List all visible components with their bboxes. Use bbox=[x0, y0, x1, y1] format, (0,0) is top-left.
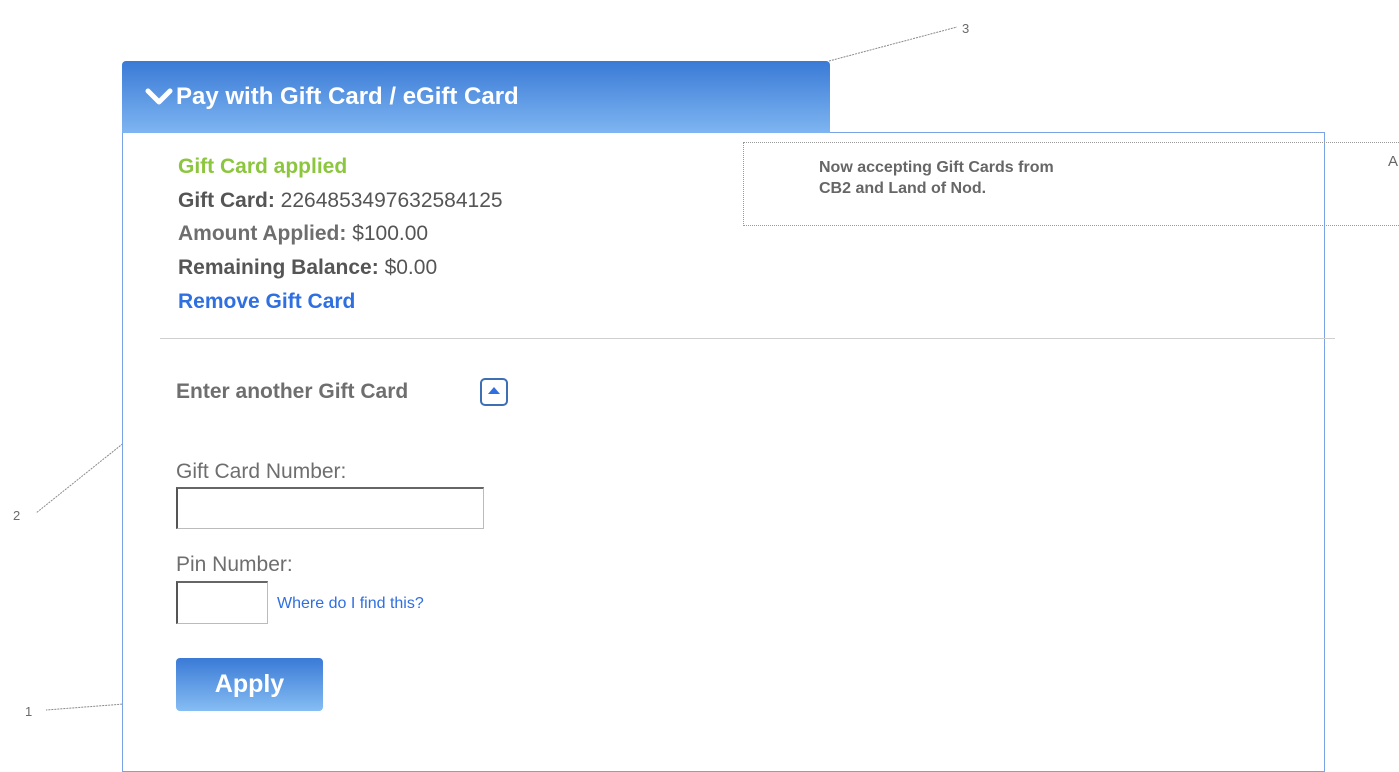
remaining-balance: Remaining Balance: $0.00 bbox=[178, 256, 437, 280]
promo-line-2: CB2 and Land of Nod. bbox=[819, 180, 987, 197]
promo-marker: A bbox=[1388, 153, 1399, 170]
gift-card-panel-header[interactable]: Pay with Gift Card / eGift Card bbox=[122, 61, 830, 133]
chevron-down-icon bbox=[144, 82, 174, 112]
promo-message: Now accepting Gift Cards from CB2 and La… bbox=[819, 157, 1179, 199]
card-number-label: Gift Card: bbox=[178, 189, 275, 212]
remove-gift-card-link[interactable]: Remove Gift Card bbox=[178, 290, 355, 314]
amount-applied: Amount Applied: $100.00 bbox=[178, 222, 428, 246]
section-divider bbox=[160, 338, 1335, 339]
enter-another-gift-card-title: Enter another Gift Card bbox=[176, 380, 409, 403]
gift-card-applied-status: Gift Card applied bbox=[178, 155, 348, 178]
remaining-balance-value: $0.00 bbox=[384, 256, 438, 279]
gift-card-number-label: Gift Card Number: bbox=[176, 460, 347, 483]
pin-number-label: Pin Number: bbox=[176, 553, 293, 576]
promo-line-1: Now accepting Gift Cards from bbox=[819, 159, 1054, 176]
gift-card-number-input[interactable] bbox=[176, 487, 484, 529]
annotation-1: 1 bbox=[25, 704, 33, 719]
remaining-balance-label: Remaining Balance: bbox=[178, 256, 379, 279]
annotation-3: 3 bbox=[962, 21, 970, 36]
apply-button[interactable]: Apply bbox=[176, 658, 323, 711]
collapse-button[interactable] bbox=[480, 378, 508, 406]
triangle-up-icon bbox=[487, 383, 501, 401]
amount-applied-value: $100.00 bbox=[352, 222, 429, 245]
where-find-pin-link[interactable]: Where do I find this? bbox=[277, 595, 424, 613]
amount-applied-label: Amount Applied: bbox=[178, 222, 347, 245]
panel-title: Pay with Gift Card / eGift Card bbox=[176, 83, 519, 110]
applied-card-number: Gift Card: 2264853497632584125 bbox=[178, 189, 503, 213]
pin-number-input[interactable] bbox=[176, 581, 268, 624]
annotation-2: 2 bbox=[13, 508, 21, 523]
card-number-value: 2264853497632584125 bbox=[280, 189, 503, 212]
